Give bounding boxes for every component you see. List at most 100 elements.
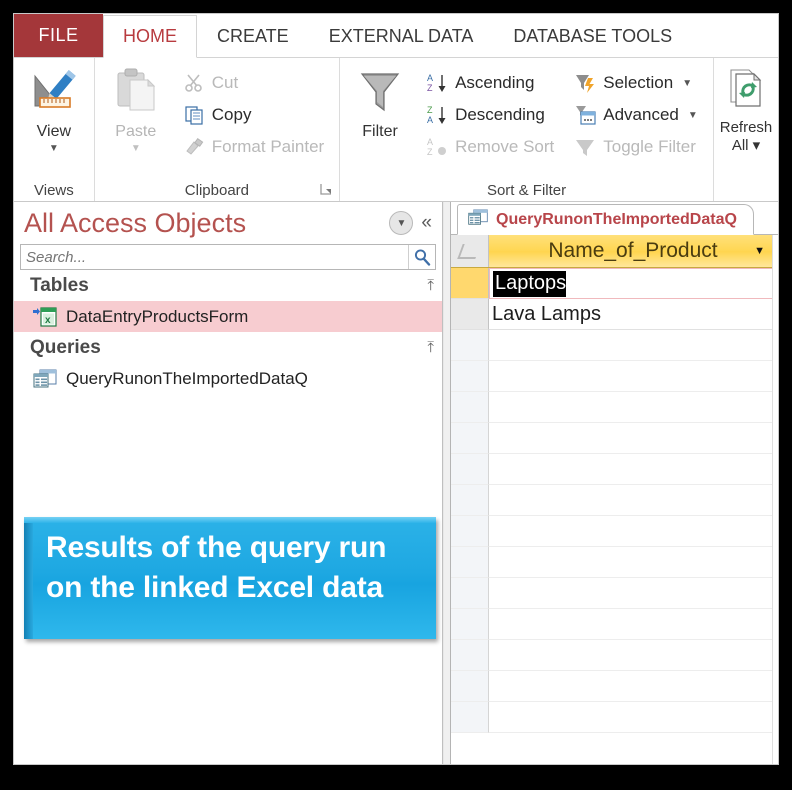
cell-name-of-product[interactable] [489,361,778,392]
nav-item-dataentryproductsform[interactable]: x DataEntryProductsForm [14,301,442,332]
advanced-label: Advanced [603,105,679,124]
cell-name-of-product[interactable] [489,330,778,361]
column-header-name-of-product[interactable]: Name_of_Product ▼ [489,235,778,267]
row-selector[interactable] [451,516,489,547]
double-chevron-up-icon[interactable]: ⤒ [427,277,434,294]
row-selector[interactable] [451,423,489,454]
tab-database-tools[interactable]: DATABASE TOOLS [493,15,692,57]
cell-name-of-product[interactable] [489,702,778,733]
selection-dropdown-caret[interactable]: ▼ [682,78,692,89]
table-row-empty[interactable] [451,423,778,454]
search-box[interactable] [20,244,436,270]
format-painter-button[interactable]: Format Painter [177,132,330,162]
tab-create[interactable]: CREATE [197,15,309,57]
navigation-pane: All Access Objects ▼ « Tables ⤒ [14,202,443,764]
table-row-empty[interactable] [451,392,778,423]
descending-label: Descending [455,105,545,124]
cell-name-of-product[interactable] [489,454,778,485]
tab-file[interactable]: FILE [14,14,103,57]
cell-name-of-product[interactable] [489,547,778,578]
table-row-empty[interactable] [451,609,778,640]
row-selector[interactable] [451,702,489,733]
row-selector[interactable] [451,485,489,516]
advanced-button[interactable]: Advanced ▼ [568,100,704,130]
nav-section-queries[interactable]: Queries ⤒ [14,332,442,363]
svg-text:Z: Z [427,105,433,115]
table-row-empty[interactable] [451,578,778,609]
table-row[interactable]: Lava Lamps [451,299,778,330]
advanced-dropdown-caret[interactable]: ▼ [688,110,698,121]
cell-name-of-product[interactable] [489,640,778,671]
select-all-corner[interactable] [451,235,489,267]
cell-name-of-product[interactable] [489,423,778,454]
tab-external-data[interactable]: EXTERNAL DATA [309,15,494,57]
row-selector[interactable] [451,671,489,702]
nav-item-queryrunontheimporteddataq[interactable]: QueryRunonTheImportedDataQ [14,363,442,394]
cell-value: Laptops [493,270,567,297]
cell-name-of-product[interactable] [489,671,778,702]
document-tab-queryrunontheimporteddataq[interactable]: QueryRunonTheImportedDataQ [457,204,754,235]
row-selector[interactable] [451,361,489,392]
search-input[interactable] [21,247,408,267]
row-selector[interactable] [451,454,489,485]
row-selector[interactable] [451,330,489,361]
descending-button[interactable]: Z A Descending [420,100,560,130]
clipboard-dialog-launcher-icon[interactable] [320,183,333,198]
row-selector[interactable] [451,640,489,671]
nav-section-tables[interactable]: Tables ⤒ [14,270,442,301]
filter-button[interactable]: Filter [340,64,420,141]
toggle-filter-button[interactable]: Toggle Filter [568,132,704,162]
view-design-icon [29,66,79,121]
double-chevron-left-icon[interactable]: « [421,212,438,234]
filter-dropdown-icon[interactable]: ▼ [754,245,765,257]
table-row-empty[interactable] [451,516,778,547]
remove-sort-button[interactable]: A Z Remove Sort [420,132,560,162]
row-selector[interactable] [451,609,489,640]
table-row-empty[interactable] [451,702,778,733]
refresh-all-label-line2[interactable]: All ▾ [732,136,760,154]
table-row-empty[interactable] [451,640,778,671]
row-selector[interactable] [451,268,489,299]
tab-home[interactable]: HOME [103,15,197,58]
cell-name-of-product[interactable] [489,485,778,516]
sort-descending-icon: Z A [426,104,448,126]
copy-button[interactable]: Copy [177,100,330,130]
table-row-empty[interactable] [451,671,778,702]
table-row-empty[interactable] [451,361,778,392]
row-selector[interactable] [451,392,489,423]
table-row-empty[interactable] [451,547,778,578]
selection-label: Selection [603,73,674,92]
double-chevron-up-icon[interactable]: ⤒ [427,339,434,356]
table-row-empty[interactable] [451,454,778,485]
search-icon[interactable] [408,245,435,269]
table-row[interactable]: Laptops [451,268,778,299]
cell-name-of-product[interactable] [489,392,778,423]
datasheet-right-edge [772,235,778,764]
format-painter-icon [183,136,205,158]
ribbon-group-clipboard: Paste ▼ Cut Copy Format Painter Clipboar… [95,58,341,201]
row-selector[interactable] [451,578,489,609]
cell-name-of-product[interactable] [489,578,778,609]
document-tab-bar: QueryRunonTheImportedDataQ [451,202,778,235]
chevron-down-circle-icon[interactable]: ▼ [389,211,414,235]
table-row-empty[interactable] [451,330,778,361]
cell-name-of-product[interactable]: Lava Lamps [489,299,778,330]
cell-name-of-product[interactable]: Laptops [489,268,778,299]
callout-text: Results of the query run on the linked E… [46,531,387,604]
row-selector[interactable] [451,299,489,330]
nav-section-tables-label: Tables [30,274,89,296]
refresh-all-button[interactable]: Refresh All ▾ [714,64,778,154]
view-dropdown-caret[interactable]: ▼ [49,144,59,154]
selection-button[interactable]: Selection ▼ [568,68,704,98]
table-row-empty[interactable] [451,485,778,516]
pane-splitter[interactable] [443,202,451,764]
linked-excel-table-icon: x [32,306,62,328]
view-button[interactable]: View ▼ [15,64,93,154]
cell-name-of-product[interactable] [489,609,778,640]
cut-button[interactable]: Cut [177,68,330,98]
paste-button[interactable]: Paste ▼ [95,64,177,154]
row-selector[interactable] [451,547,489,578]
paste-dropdown-caret[interactable]: ▼ [131,144,141,154]
cell-name-of-product[interactable] [489,516,778,547]
ascending-button[interactable]: A Z Ascending [420,68,560,98]
